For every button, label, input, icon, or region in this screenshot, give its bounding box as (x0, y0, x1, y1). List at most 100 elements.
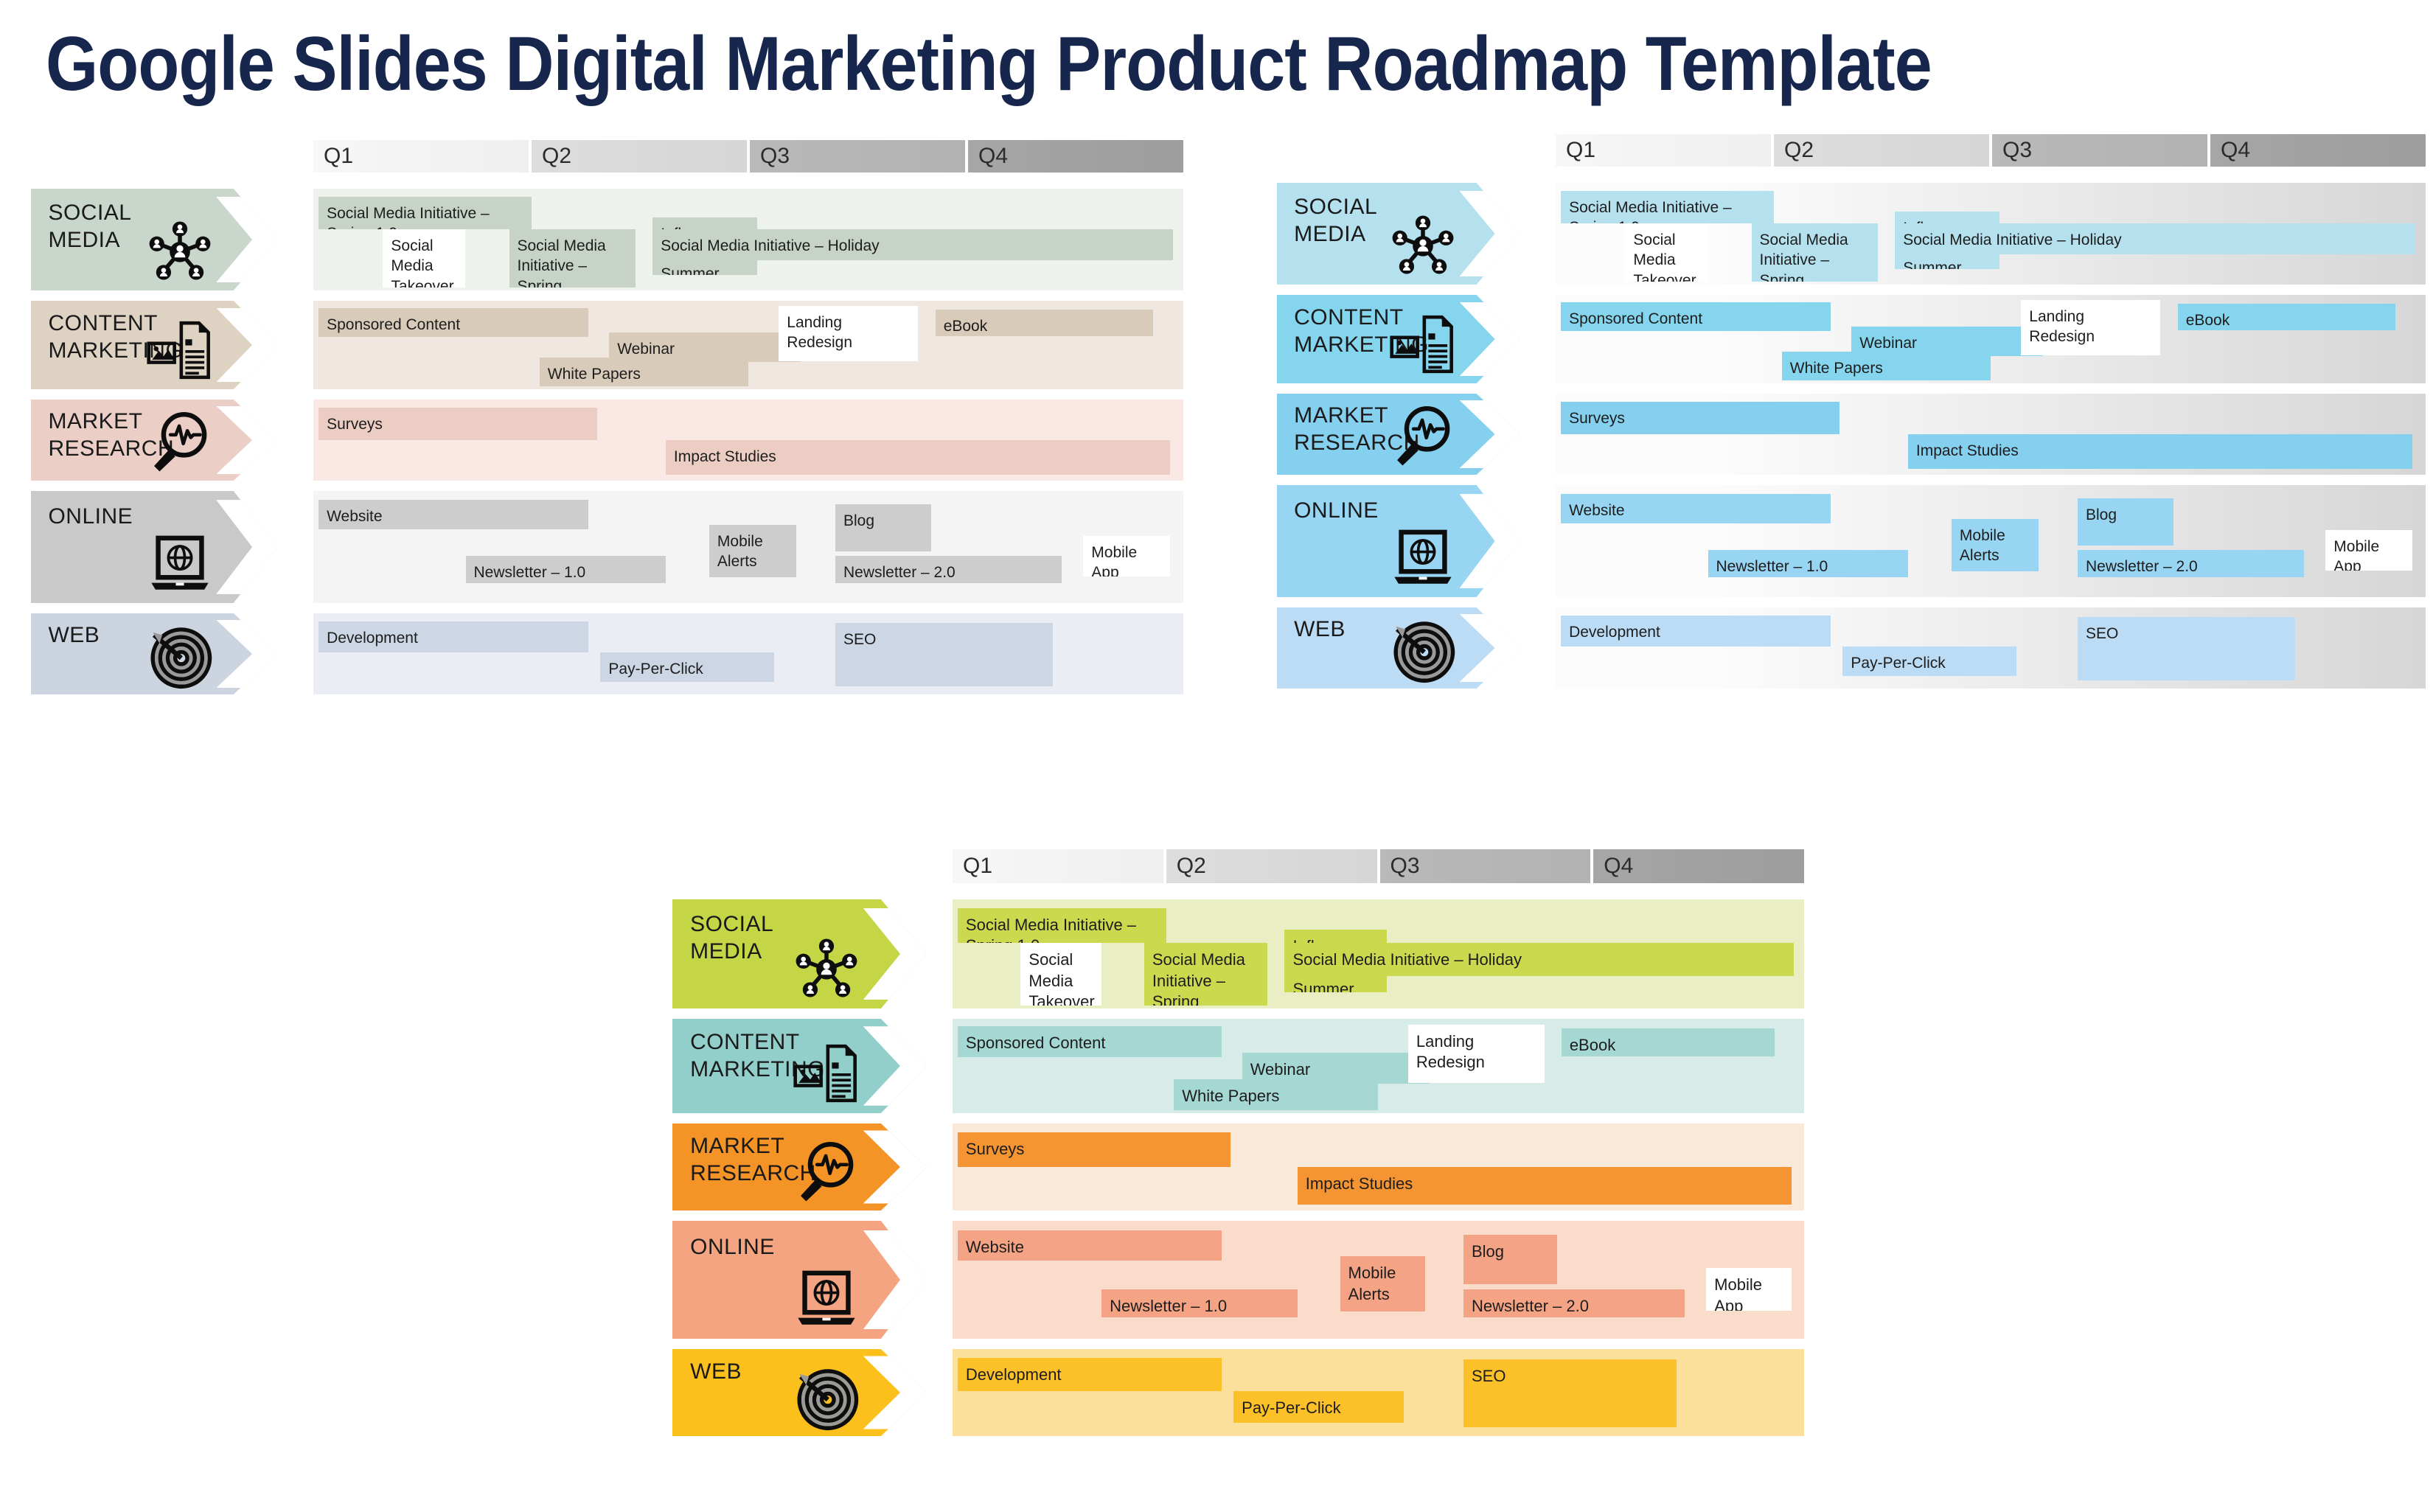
task-bar[interactable]: eBook (2177, 304, 2395, 330)
task-bar[interactable]: Mobile App (2325, 529, 2413, 571)
task-bar[interactable]: Development (957, 1357, 1222, 1391)
task-label: Social Media Initiative – Holiday (1292, 950, 1522, 969)
magnifier-pulse-icon (146, 408, 214, 475)
task-bar[interactable]: Sponsored Content (319, 307, 588, 338)
category-label-social-media[interactable]: SOCIAL MEDIA (1277, 183, 1520, 285)
chevron-notch-icon (863, 1230, 927, 1330)
quarter-label: Q4 (978, 144, 1009, 168)
task-bar[interactable]: Surveys (1561, 402, 1839, 434)
task-label: Surveys (327, 416, 383, 433)
task-bar[interactable]: Mobile Alerts (709, 524, 796, 578)
task-bar[interactable]: White Papers (1781, 351, 1991, 381)
task-bar[interactable]: Impact Studies (1297, 1167, 1792, 1205)
task-bar[interactable]: Pay-Per-Click (600, 652, 775, 683)
task-bar[interactable]: Blog (1463, 1235, 1558, 1285)
task-label: Landing Redesign (1416, 1031, 1485, 1072)
category-label-online[interactable]: ONLINE (1277, 485, 1520, 597)
category-label-content-marketing[interactable]: CONTENT MARKETING (672, 1019, 927, 1113)
task-bar[interactable]: Newsletter – 1.0 (1101, 1289, 1298, 1318)
category-label-web[interactable]: WEB (1277, 607, 1520, 689)
task-bar[interactable]: Sponsored Content (957, 1026, 1222, 1058)
task-bar[interactable]: Social Media Initiative – Spring 2.0 (1144, 943, 1268, 1006)
task-bar[interactable]: Newsletter – 2.0 (2078, 550, 2304, 577)
task-bar[interactable]: SEO (2078, 617, 2295, 680)
task-bar[interactable]: Social Media Initiative – Spring 1.0 (1561, 191, 1775, 224)
task-label: Website (1569, 502, 1625, 520)
task-bar[interactable]: Website (957, 1230, 1222, 1261)
task-bar[interactable]: Social Media Takeover (1625, 223, 1708, 282)
task-bar[interactable]: Newsletter – 2.0 (835, 556, 1062, 583)
task-bar[interactable]: Mobile Alerts (1340, 1256, 1426, 1312)
category-label-web[interactable]: WEB (672, 1349, 927, 1436)
quarter-label: Q1 (324, 144, 354, 168)
task-bar[interactable]: Landing Redesign (2021, 300, 2161, 355)
task-bar[interactable]: Social Media Initiative – Holiday (1895, 223, 2415, 254)
quarter-cell-q2: Q2 (532, 140, 747, 173)
quarter-label: Q4 (2221, 138, 2251, 162)
task-bar[interactable]: Mobile App (1083, 535, 1171, 576)
category-label-web[interactable]: WEB (31, 613, 278, 694)
task-label: Newsletter – 1.0 (1716, 558, 1828, 576)
task-bar[interactable]: Surveys (957, 1132, 1231, 1167)
task-bar[interactable]: Social Media Initiative – Spring 2.0 (509, 229, 636, 288)
task-label: Landing Redesign (787, 314, 853, 352)
swimlane-online: Website Newsletter – 1.0 Mobile Alerts Blog… (953, 1221, 1804, 1339)
social-network-icon (1389, 211, 1457, 279)
swimlane-content-marketing: Sponsored Content Webinar White Papers Land… (953, 1019, 1804, 1113)
task-bar[interactable]: Pay-Per-Click (1233, 1390, 1405, 1424)
category-label-content-marketing[interactable]: CONTENT MARKETING (31, 301, 278, 389)
task-bar[interactable]: Sponsored Content (1561, 302, 1831, 332)
task-bar[interactable]: Newsletter – 1.0 (1708, 550, 1908, 577)
category-label-market-research[interactable]: MARKET RESEARCH (1277, 394, 1520, 475)
task-bar[interactable]: eBook (1561, 1028, 1775, 1057)
task-bar[interactable]: Website (1561, 494, 1831, 523)
task-bar[interactable]: Development (1561, 616, 1831, 647)
chevron-notch-icon (863, 907, 927, 1000)
category-label-market-research[interactable]: MARKET RESEARCH (31, 400, 278, 481)
task-bar[interactable]: Blog (835, 504, 931, 552)
task-bar[interactable]: Landing Redesign (1407, 1024, 1545, 1084)
task-bar[interactable]: Social Media Initiative – Spring 1.0 (957, 907, 1166, 944)
task-bar[interactable]: eBook (935, 310, 1153, 336)
category-label-social-media[interactable]: SOCIAL MEDIA (672, 899, 927, 1008)
category-label-content-marketing[interactable]: CONTENT MARKETING (1277, 295, 1520, 383)
category-label-market-research[interactable]: MARKET RESEARCH (672, 1123, 927, 1210)
task-bar[interactable]: Social Media Takeover (383, 229, 466, 288)
quarter-header: Q1 Q2 Q3 Q4 (313, 140, 1183, 173)
task-label: Newsletter – 2.0 (2086, 558, 2198, 576)
quarter-label: Q2 (1784, 138, 1814, 162)
task-bar[interactable]: White Papers (1174, 1079, 1379, 1111)
task-bar[interactable]: SEO (835, 623, 1053, 686)
task-bar[interactable]: Impact Studies (665, 440, 1171, 475)
task-bar[interactable]: SEO (1463, 1359, 1677, 1428)
task-bar[interactable]: Impact Studies (1907, 434, 2413, 470)
task-label: Newsletter – 1.0 (473, 564, 586, 582)
category-label-social-media[interactable]: SOCIAL MEDIA (31, 189, 278, 290)
swimlane-market-research: Surveys Impact Studies (953, 1123, 1804, 1210)
task-bar[interactable]: Mobile App (1706, 1268, 1792, 1311)
task-label: Sponsored Content (965, 1034, 1106, 1053)
task-bar[interactable]: Website (319, 500, 588, 529)
task-bar[interactable]: Social Media Initiative – Holiday (1284, 943, 1795, 976)
task-bar[interactable]: Development (319, 621, 588, 652)
task-label: Social Media Takeover (1028, 950, 1095, 1006)
swimlane-social-media: Social Media Initiative – Spring 1.0 Soci… (313, 189, 1183, 290)
task-bar[interactable]: Social Media Initiative – Spring 2.0 (1751, 223, 1878, 282)
task-bar[interactable]: White Papers (539, 357, 748, 387)
task-bar[interactable]: Pay-Per-Click (1842, 646, 2017, 677)
category-label-online[interactable]: ONLINE (672, 1221, 927, 1339)
task-bar[interactable]: Blog (2078, 498, 2173, 546)
task-bar[interactable]: Surveys (319, 408, 597, 440)
swimlane-web: Development Pay-Per-Click SEO (953, 1349, 1804, 1436)
task-bar[interactable]: Social Media Takeover (1020, 943, 1102, 1006)
task-bar[interactable]: Newsletter – 2.0 (1463, 1289, 1685, 1318)
category-label-text: WEB (48, 623, 100, 648)
category-label-online[interactable]: ONLINE (31, 491, 278, 603)
task-bar[interactable]: Social Media Initiative – Spring 1.0 (319, 197, 532, 230)
task-label: Newsletter – 2.0 (1472, 1296, 1589, 1315)
task-bar[interactable]: Social Media Initiative – Holiday (652, 229, 1173, 260)
chevron-notch-icon (216, 307, 278, 383)
task-bar[interactable]: Landing Redesign (779, 306, 919, 361)
task-bar[interactable]: Mobile Alerts (1951, 518, 2039, 572)
task-bar[interactable]: Newsletter – 1.0 (465, 556, 666, 583)
